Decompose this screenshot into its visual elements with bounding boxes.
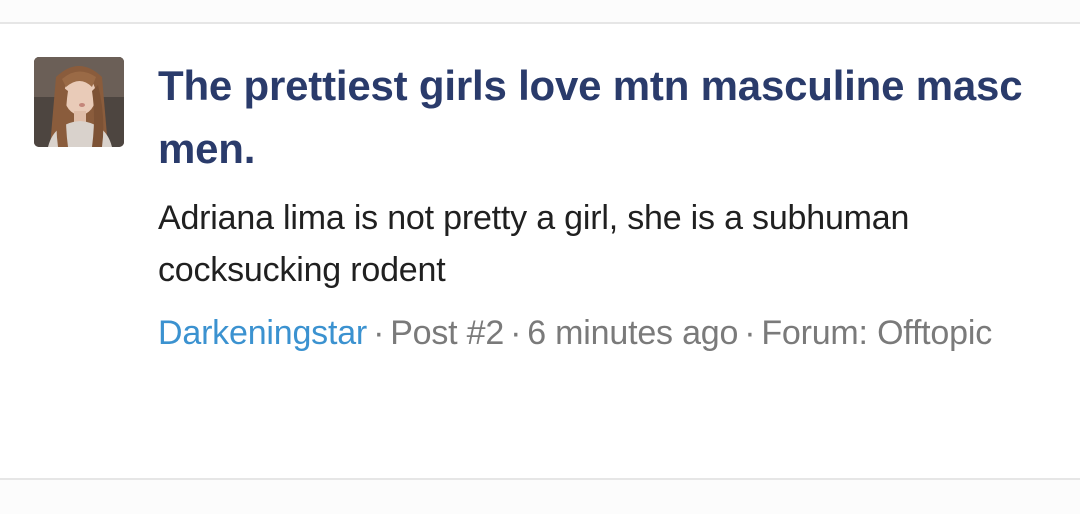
avatar-photo-icon	[34, 57, 124, 147]
meta-separator: ·	[373, 314, 385, 352]
avatar[interactable]	[34, 57, 124, 147]
meta-separator: ·	[510, 314, 522, 352]
previous-result-edge	[0, 0, 1080, 22]
forum-label: Forum:	[761, 314, 868, 352]
post-number: Post #2	[390, 314, 505, 352]
meta-separator: ·	[744, 314, 756, 352]
author-link[interactable]: Darkeningstar	[158, 314, 367, 352]
next-result-edge	[0, 480, 1080, 514]
forum-name: Offtopic	[877, 314, 993, 352]
post-time: 6 minutes ago	[527, 314, 739, 352]
thread-title-link[interactable]: The prettiest girls love mtn masculine m…	[158, 54, 1048, 180]
result-meta: Darkeningstar · Post #2 · 6 minutes ago · Foru…	[158, 308, 1048, 359]
post-snippet: Adriana lima is not pretty a girl, she i…	[158, 199, 910, 289]
result-content: The prettiest girls love mtn masculine m…	[158, 54, 1048, 359]
